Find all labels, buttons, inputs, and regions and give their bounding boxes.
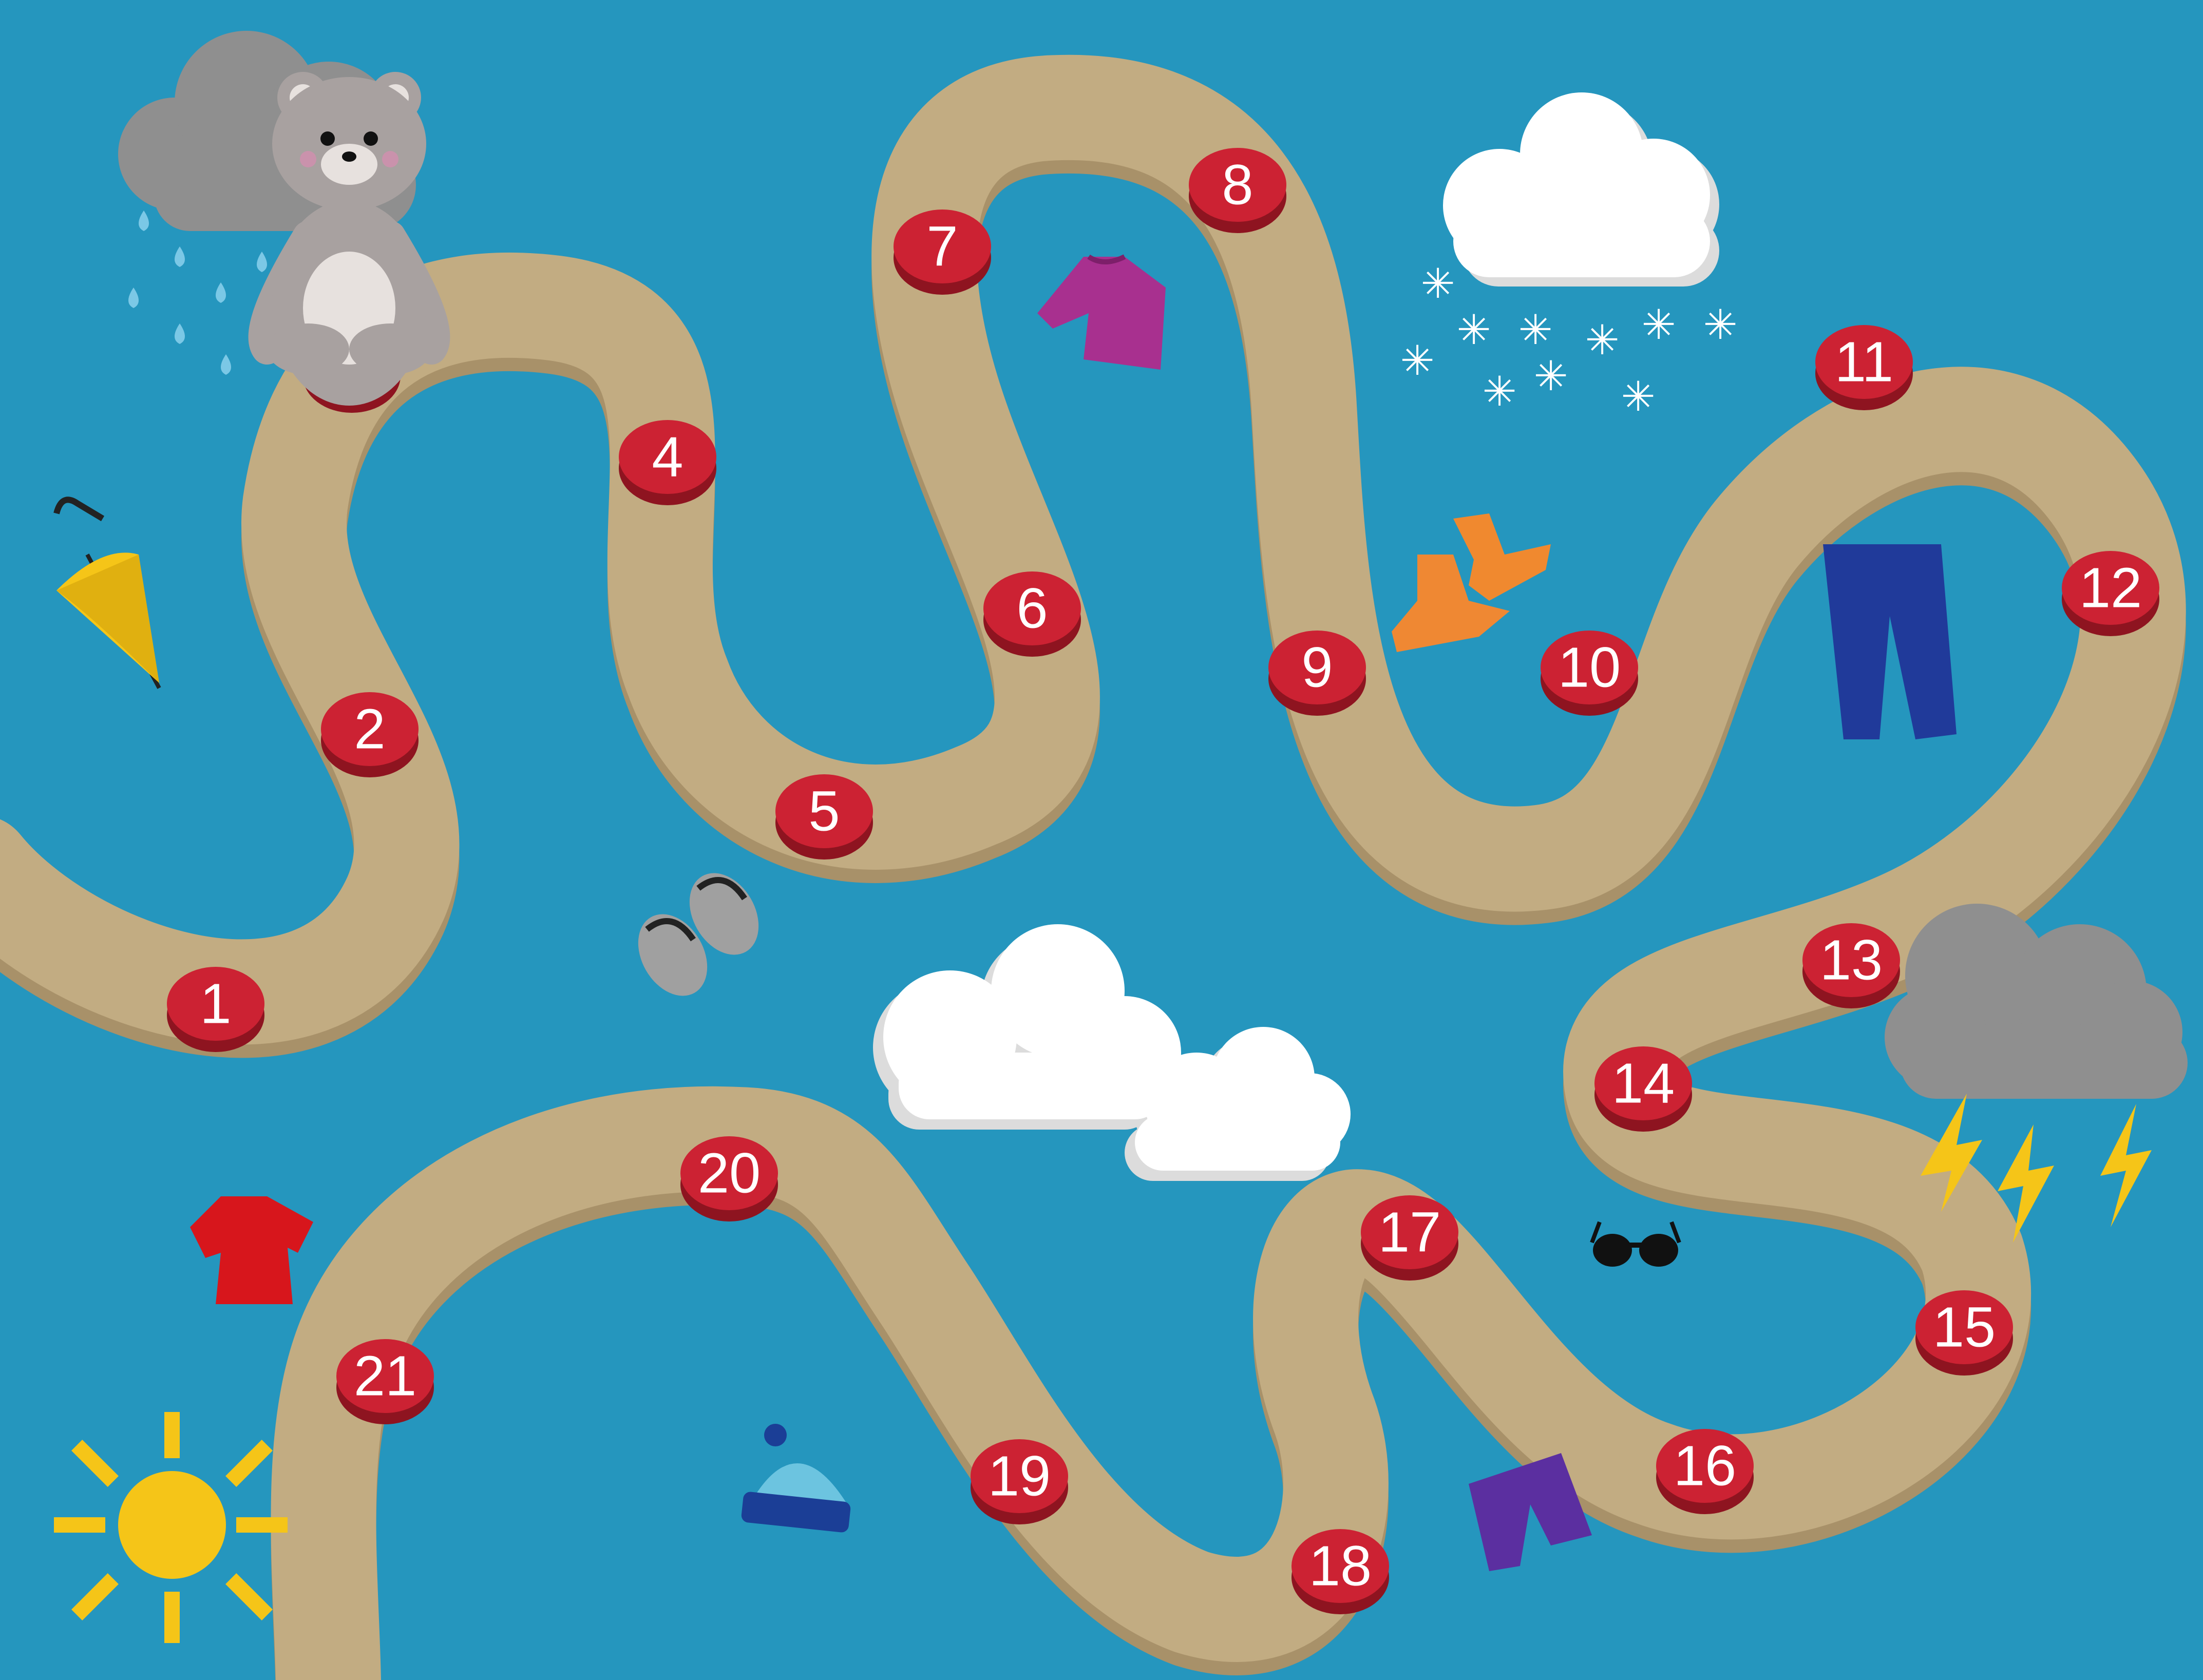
board-space-label: 14	[1612, 1052, 1675, 1115]
svg-text:✳: ✳	[1420, 260, 1455, 308]
board-space-9[interactable]: 9	[1268, 631, 1366, 716]
board-space-20[interactable]: 20	[680, 1136, 778, 1221]
board-space-6[interactable]: 6	[983, 571, 1081, 657]
board-space-label: 12	[2079, 557, 2142, 620]
board-space-label: 17	[1378, 1201, 1441, 1264]
svg-text:✳: ✳	[1703, 301, 1737, 349]
board-space-label: 5	[808, 780, 840, 843]
board-space-label: 21	[354, 1345, 416, 1408]
board-space-label: 20	[698, 1142, 761, 1205]
teddy-bear-piece[interactable]	[248, 72, 450, 406]
svg-text:✳: ✳	[1533, 352, 1568, 400]
board-space-17[interactable]: 17	[1361, 1195, 1458, 1281]
svg-text:✳: ✳	[1482, 368, 1516, 415]
svg-text:✳: ✳	[1585, 316, 1619, 364]
board-space-label: 13	[1820, 929, 1883, 992]
board-space-label: 6	[1016, 577, 1048, 640]
board-space-1[interactable]: 1	[167, 967, 264, 1052]
board-space-7[interactable]: 7	[894, 209, 991, 295]
board-space-label: 11	[1835, 331, 1893, 394]
board-space-5[interactable]: 5	[775, 774, 873, 860]
board-space-18[interactable]: 18	[1292, 1529, 1389, 1614]
board-space-15[interactable]: 15	[1915, 1290, 2013, 1376]
board-space-11[interactable]: 11	[1815, 325, 1913, 410]
svg-text:✳: ✳	[1621, 373, 1655, 421]
game-board: ✳✳ ✳ ✳ ✳ ✳ ✳✳ ✳ ✳ 12456789 1011121314151…	[0, 0, 2203, 1680]
board-space-label: 8	[1222, 154, 1253, 217]
board-space-4[interactable]: 4	[619, 420, 716, 505]
svg-text:✳: ✳	[1400, 337, 1434, 385]
board-space-label: 4	[652, 426, 683, 489]
board-space-label: 9	[1301, 636, 1333, 699]
board-space-label: 19	[988, 1445, 1051, 1508]
svg-text:✳: ✳	[1641, 301, 1676, 349]
board-space-13[interactable]: 13	[1802, 923, 1900, 1008]
svg-text:✳: ✳	[1456, 306, 1491, 354]
board-space-label: 18	[1309, 1535, 1372, 1598]
board-space-19[interactable]: 19	[971, 1439, 1068, 1524]
board-space-8[interactable]: 8	[1189, 148, 1286, 233]
board-space-label: 7	[926, 215, 958, 278]
board-space-label: 10	[1558, 636, 1621, 699]
board-space-label: 16	[1674, 1435, 1736, 1498]
board-space-16[interactable]: 16	[1656, 1429, 1754, 1514]
board-space-12[interactable]: 12	[2062, 551, 2159, 636]
board-space-2[interactable]: 2	[321, 692, 419, 777]
board-space-21[interactable]: 21	[336, 1339, 434, 1424]
board-space-label: 15	[1933, 1296, 1996, 1359]
board-space-label: 1	[200, 972, 231, 1036]
board-space-10[interactable]: 10	[1541, 631, 1638, 716]
svg-text:✳: ✳	[1518, 306, 1552, 354]
board-space-label: 2	[354, 698, 385, 761]
board-space-14[interactable]: 14	[1594, 1046, 1692, 1132]
